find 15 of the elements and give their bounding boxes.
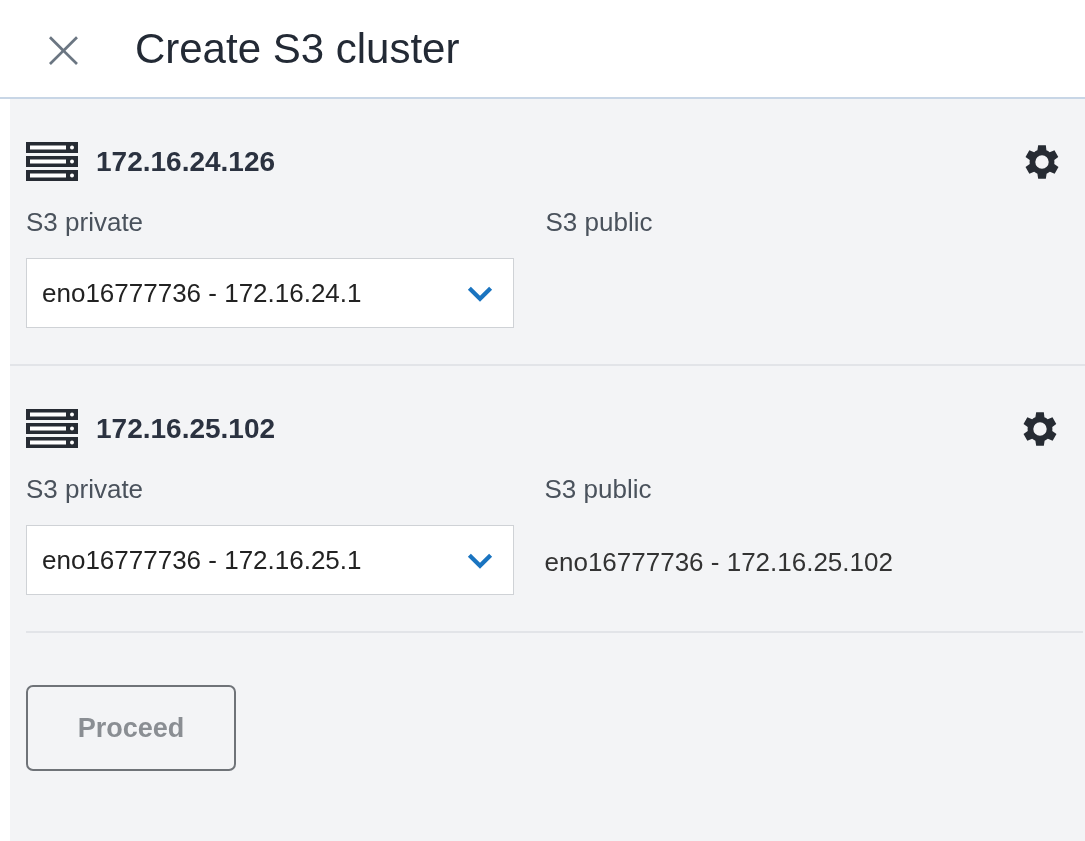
chevron-icon (467, 551, 493, 569)
dropdown-field[interactable]: eno16777736 - 172.16.25.1 (26, 525, 514, 595)
field-label: S3 private (26, 207, 145, 238)
close-button[interactable]: × (36, 20, 91, 77)
node-address: 172.16.24.126 (96, 146, 277, 178)
field-label: S3 private (26, 474, 145, 505)
field-label: S3 public (544, 474, 653, 505)
chevron-icon (467, 284, 493, 302)
dropdown-field[interactable]: eno16777736 - 172.16.24.1 (26, 258, 514, 328)
server-icon (26, 409, 78, 449)
field-label: S3 public (545, 207, 654, 238)
dialog-title: Create S3 cluster (134, 24, 460, 73)
server-icon (26, 142, 78, 182)
node-address: 172.16.25.102 (96, 413, 277, 445)
field-value: eno16777736 - 172.16.25.102 (544, 547, 894, 578)
